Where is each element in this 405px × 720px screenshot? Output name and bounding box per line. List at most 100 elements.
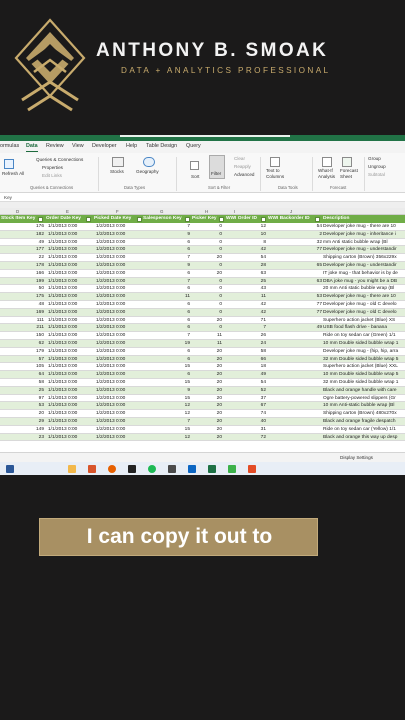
table-cell[interactable]: 6 <box>148 240 190 245</box>
tab-review[interactable]: Review <box>46 143 64 149</box>
tab-table-design[interactable]: Table Design <box>146 143 177 149</box>
table-cell[interactable]: Developer joke mug - understandir <box>323 263 397 268</box>
subtotal-button[interactable]: Subtotal <box>368 172 385 177</box>
table-cell[interactable]: 15 <box>148 427 190 432</box>
tab-formulas[interactable]: ormulas <box>0 143 19 149</box>
table-row[interactable]: 64 1/1/2013 0:00 1/2/2013 0:00 6 20 49 10 mm D… <box>0 371 405 379</box>
filter-dropdown-icon[interactable] <box>137 216 142 222</box>
table-cell[interactable]: 31 <box>230 427 266 432</box>
table-cell[interactable]: 49 <box>270 325 322 330</box>
queries-connections-button[interactable]: Queries & Connections <box>36 157 83 162</box>
table-cell[interactable]: 1/1/2013 0:00 <box>48 357 77 362</box>
table-cell[interactable]: 175 <box>2 294 44 299</box>
table-cell[interactable]: Black and orange this way up desp <box>323 435 397 440</box>
table-row[interactable]: 58 1/1/2013 0:00 1/2/2013 0:00 15 20 54 32 mm … <box>0 379 405 387</box>
windows-icon[interactable] <box>6 465 14 473</box>
table-cell[interactable]: 32 mm Double sided bubble wrap 1 <box>323 380 398 385</box>
table-cell[interactable]: 178 <box>2 263 44 268</box>
table-cell[interactable]: 1/1/2013 0:00 <box>48 341 77 346</box>
table-cell[interactable]: 11 <box>196 333 222 338</box>
table-cell[interactable]: 20 mm Anti static bubble wrap (Bl <box>323 286 394 291</box>
table-cell[interactable]: 1/1/2013 0:00 <box>48 224 77 229</box>
table-cell[interactable]: 1/1/2013 0:00 <box>48 310 77 315</box>
terminal-icon[interactable] <box>128 465 136 473</box>
table-cell[interactable]: 166 <box>2 271 44 276</box>
table-cell[interactable]: 11 <box>196 341 222 346</box>
table-cell[interactable]: 20 <box>196 396 222 401</box>
tab-query[interactable]: Query <box>186 143 201 149</box>
header-salesperson-key[interactable]: Salesperson Key <box>143 216 182 221</box>
col-letter[interactable]: G <box>160 209 163 214</box>
table-cell[interactable]: Developer joke mug - old C develo <box>323 302 397 307</box>
table-cell[interactable]: 0 <box>196 224 222 229</box>
table-row[interactable]: 175 1/1/2013 0:00 1/2/2013 0:00 11 0 11 53 Deve… <box>0 293 405 301</box>
table-cell[interactable]: 7 <box>230 325 266 330</box>
table-cell[interactable]: 176 <box>2 224 44 229</box>
filter-dropdown-icon[interactable] <box>315 216 320 222</box>
header-wwi-order-id[interactable]: WWI Order ID <box>226 216 257 221</box>
table-cell[interactable]: Developer joke mug - inheritance i <box>323 232 396 237</box>
filter-dropdown-icon[interactable] <box>261 216 266 222</box>
table-cell[interactable]: 64 <box>2 372 44 377</box>
table-cell[interactable]: 67 <box>230 403 266 408</box>
col-letter[interactable]: I <box>234 209 235 214</box>
table-row[interactable]: 97 1/1/2013 0:00 1/2/2013 0:00 15 20 37 Ogre b… <box>0 395 405 403</box>
table-cell[interactable]: 1/2/2013 0:00 <box>96 240 125 245</box>
table-row[interactable]: 50 1/1/2013 0:00 1/2/2013 0:00 6 0 43 20 mm An… <box>0 285 405 294</box>
table-cell[interactable]: 25 <box>230 279 266 284</box>
table-cell[interactable]: 20 <box>196 435 222 440</box>
table-cell[interactable]: Developer joke mug - old C develo <box>323 310 397 315</box>
table-cell[interactable]: 105 <box>2 364 44 369</box>
table-cell[interactable]: 1/1/2013 0:00 <box>48 380 77 385</box>
table-cell[interactable]: 1/1/2013 0:00 <box>48 388 77 393</box>
table-cell[interactable]: DBA joke mug - you might be a DB <box>323 279 397 284</box>
table-cell[interactable]: 54 <box>230 255 266 260</box>
header-picker-key[interactable]: Picker Key <box>192 216 217 221</box>
table-cell[interactable]: 52 <box>230 388 266 393</box>
table-row[interactable]: 166 1/1/2013 0:00 1/2/2013 0:00 6 20 63 IT jok… <box>0 270 405 278</box>
table-cell[interactable]: 6 <box>148 247 190 252</box>
stocks-button[interactable]: Stocks <box>110 169 124 174</box>
table-cell[interactable]: 1/2/2013 0:00 <box>96 255 125 260</box>
refresh-icon[interactable] <box>4 159 14 169</box>
table-cell[interactable]: 74 <box>230 411 266 416</box>
table-cell[interactable]: 42 <box>230 302 266 307</box>
table-cell[interactable]: mm Anti static bubble wrap (Bl <box>323 240 388 245</box>
table-cell[interactable]: 77 <box>270 310 322 315</box>
table-cell[interactable]: 1/2/2013 0:00 <box>96 294 125 299</box>
table-row[interactable]: 176 1/1/2013 0:00 1/2/2013 0:00 7 0 12 54 Devel… <box>0 223 405 231</box>
header-description[interactable]: Description <box>323 216 349 221</box>
table-cell[interactable]: 1/2/2013 0:00 <box>96 396 125 401</box>
table-cell[interactable]: 1/1/2013 0:00 <box>48 294 77 299</box>
table-cell[interactable]: 54 <box>270 224 322 229</box>
table-cell[interactable]: 7 <box>148 333 190 338</box>
what-if-icon[interactable] <box>322 157 332 167</box>
table-row[interactable]: 211 1/1/2013 0:00 1/2/2013 0:00 6 0 7 49 USB fo… <box>0 324 405 333</box>
app-icon[interactable] <box>168 465 176 473</box>
table-cell[interactable]: 49 <box>230 372 266 377</box>
table-cell[interactable]: 1/1/2013 0:00 <box>48 232 77 237</box>
refresh-all-button[interactable]: Refresh All <box>2 171 28 176</box>
table-cell[interactable]: 1/2/2013 0:00 <box>96 403 125 408</box>
table-cell[interactable]: Superhero action jacket (Blue) XXL <box>323 364 398 369</box>
table-cell[interactable]: 20 <box>196 372 222 377</box>
table-row[interactable]: 49 1/1/2013 0:00 1/2/2013 0:00 6 0 8 32 mm Anti… <box>0 239 405 247</box>
table-cell[interactable]: 22 <box>2 255 44 260</box>
tab-view[interactable]: View <box>72 143 84 149</box>
table-cell[interactable]: 63 <box>270 279 322 284</box>
table-row[interactable]: 177 1/1/2013 0:00 1/2/2013 0:00 6 0 42 77 Devel… <box>0 246 405 255</box>
table-cell[interactable]: 57 <box>2 357 44 362</box>
table-cell[interactable]: 1/2/2013 0:00 <box>96 247 125 252</box>
geography-button[interactable]: Geography <box>136 169 159 174</box>
table-cell[interactable]: 1/1/2013 0:00 <box>48 325 77 330</box>
table-cell[interactable]: 1/2/2013 0:00 <box>96 435 125 440</box>
table-cell[interactable]: 199 <box>2 279 44 284</box>
table-cell[interactable]: 0 <box>196 232 222 237</box>
table-cell[interactable]: 0 <box>196 325 222 330</box>
col-letter[interactable]: J <box>290 209 292 214</box>
table-row[interactable]: 111 1/1/2013 0:00 1/2/2013 0:00 6 20 71 Superh… <box>0 317 405 325</box>
table-cell[interactable]: 42 <box>230 247 266 252</box>
table-cell[interactable]: 1/2/2013 0:00 <box>96 286 125 291</box>
header-picked-date-key[interactable]: Picked Date Key <box>94 216 131 221</box>
table-cell[interactable]: 0 <box>196 310 222 315</box>
